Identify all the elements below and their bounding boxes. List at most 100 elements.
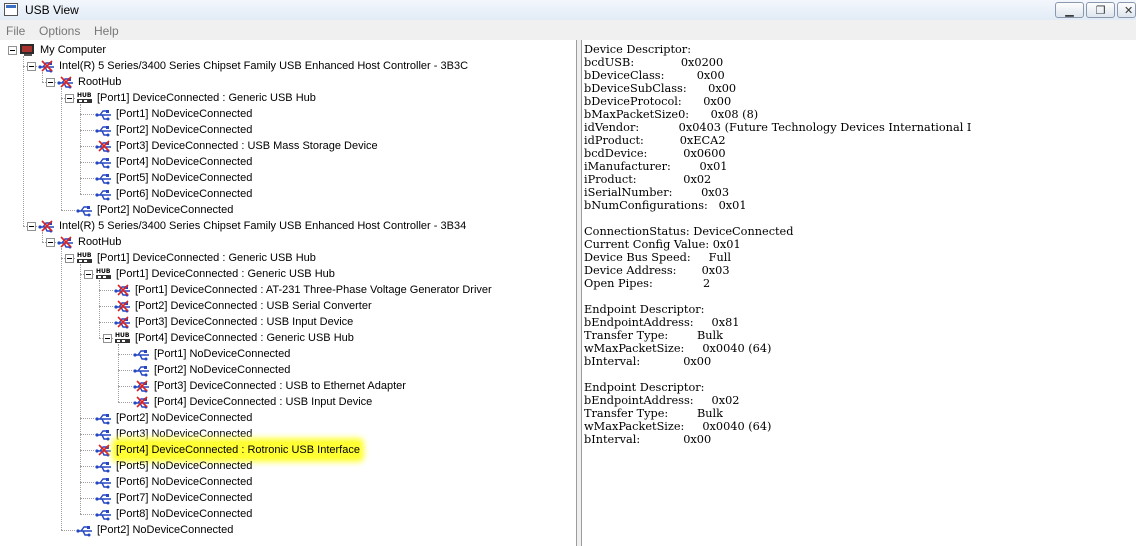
tree-node-label[interactable]: My Computer <box>40 42 106 58</box>
tree-node-label[interactable]: Intel(R) 5 Series/3400 Series Chipset Fa… <box>59 58 468 74</box>
collapse-toggle-icon[interactable] <box>84 270 93 279</box>
tree-node[interactable]: [Port2] NoDeviceConnected <box>0 202 570 218</box>
usb-hub-icon: HUB <box>114 331 132 345</box>
tree-node-label[interactable]: [Port6] NoDeviceConnected <box>116 474 252 490</box>
tree-node[interactable]: [Port2] DeviceConnected : USB Serial Con… <box>0 298 570 314</box>
tree-node-label[interactable]: RootHub <box>78 234 121 250</box>
tree-node-label[interactable]: [Port2] NoDeviceConnected <box>154 362 290 378</box>
tree-node[interactable]: [Port3] DeviceConnected : USB Input Devi… <box>0 314 570 330</box>
tree-node[interactable]: Intel(R) 5 Series/3400 Series Chipset Fa… <box>0 58 570 82</box>
tree-node[interactable]: [Port3] DeviceConnected : USB Mass Stora… <box>0 138 570 154</box>
tree-node[interactable]: RootHub <box>0 74 570 210</box>
detail-line <box>584 290 971 303</box>
tree-node-label[interactable]: [Port3] NoDeviceConnected <box>116 426 252 442</box>
tree-node[interactable]: [Port4] DeviceConnected : Rotronic USB I… <box>0 442 570 458</box>
tree-node-label[interactable]: [Port3] DeviceConnected : USB to Etherne… <box>154 378 406 394</box>
tree-node-label[interactable]: [Port5] NoDeviceConnected <box>116 458 252 474</box>
tree-connector <box>99 290 113 291</box>
tree-node-label[interactable]: [Port2] NoDeviceConnected <box>116 122 252 138</box>
collapse-toggle-icon[interactable] <box>65 254 74 263</box>
detail-line: Open Pipes: 2 <box>584 277 711 290</box>
tree-node-label[interactable]: [Port4] DeviceConnected : Rotronic USB I… <box>116 442 360 458</box>
tree-node-label[interactable]: [Port1] NoDeviceConnected <box>154 346 290 362</box>
detail-line: Current Config Value: 0x01 <box>584 238 741 251</box>
detail-line: idProduct: 0xECA2 <box>584 134 726 147</box>
tree-node[interactable]: [Port2] NoDeviceConnected <box>0 122 570 138</box>
tree-node[interactable]: [Port2] NoDeviceConnected <box>0 410 570 426</box>
tree-node[interactable]: [Port2] NoDeviceConnected <box>0 362 570 378</box>
tree-node-label[interactable]: [Port8] NoDeviceConnected <box>116 506 252 522</box>
tree-node[interactable]: RootHub <box>0 234 570 530</box>
tree-connector <box>80 146 94 147</box>
tree-node-label[interactable]: [Port3] DeviceConnected : USB Mass Stora… <box>116 138 378 154</box>
tree-node-label[interactable]: [Port2] NoDeviceConnected <box>97 202 233 218</box>
tree-node[interactable]: [Port8] NoDeviceConnected <box>0 506 570 522</box>
collapse-toggle-icon[interactable] <box>27 62 36 71</box>
restore-button[interactable]: ❐ <box>1086 2 1115 18</box>
tree-node[interactable]: HUB [Port1] DeviceConnected : Generic USB… <box>0 90 570 194</box>
tree-node-label[interactable]: [Port7] NoDeviceConnected <box>116 490 252 506</box>
tree-connector <box>80 130 94 131</box>
menu-options[interactable]: Options <box>39 24 80 38</box>
tree-node-label[interactable]: [Port5] NoDeviceConnected <box>116 170 252 186</box>
tree-node[interactable]: [Port6] NoDeviceConnected <box>0 186 570 202</box>
tree-node[interactable]: [Port3] DeviceConnected : USB to Etherne… <box>0 378 570 394</box>
tree-node-label[interactable]: [Port1] DeviceConnected : Generic USB Hu… <box>97 250 316 266</box>
collapse-toggle-icon[interactable] <box>8 46 17 55</box>
tree-connector <box>118 386 132 387</box>
tree-node-label[interactable]: [Port4] NoDeviceConnected <box>116 154 252 170</box>
tree-node-label[interactable]: [Port4] DeviceConnected : USB Input Devi… <box>154 394 372 410</box>
collapse-toggle-icon[interactable] <box>27 222 36 231</box>
collapse-toggle-icon[interactable] <box>46 78 55 87</box>
tree-node[interactable]: [Port1] NoDeviceConnected <box>0 106 570 122</box>
tree-node-label[interactable]: [Port4] DeviceConnected : Generic USB Hu… <box>135 330 354 346</box>
tree-node[interactable]: [Port2] NoDeviceConnected <box>0 522 570 538</box>
tree-node[interactable]: [Port5] NoDeviceConnected <box>0 170 570 186</box>
tree-node[interactable]: [Port4] DeviceConnected : USB Input Devi… <box>0 394 570 410</box>
tree-node-label[interactable]: [Port2] DeviceConnected : USB Serial Con… <box>135 298 372 314</box>
tree-node-label[interactable]: [Port3] DeviceConnected : USB Input Devi… <box>135 314 353 330</box>
usb-port-icon <box>95 123 113 137</box>
tree-node[interactable]: HUB [Port1] DeviceConnected : Generic USB… <box>0 250 570 514</box>
close-button[interactable]: ✕ <box>1117 2 1136 18</box>
usb-port-icon <box>95 507 113 521</box>
tree-node[interactable]: [Port1] DeviceConnected : AT-231 Three-P… <box>0 282 570 298</box>
tree-node-label[interactable]: [Port1] DeviceConnected : Generic USB Hu… <box>116 266 335 282</box>
usb-device-icon <box>114 299 132 313</box>
collapse-toggle-icon[interactable] <box>103 334 112 343</box>
tree-node[interactable]: HUB [Port4] DeviceConnected : Generic USB… <box>0 330 570 402</box>
tree-node-label[interactable]: [Port1] DeviceConnected : AT-231 Three-P… <box>135 282 492 298</box>
minimize-button[interactable]: ▁ <box>1055 2 1084 18</box>
tree-node-label[interactable]: Intel(R) 5 Series/3400 Series Chipset Fa… <box>59 218 466 234</box>
tree-node-label[interactable]: [Port6] NoDeviceConnected <box>116 186 252 202</box>
usb-device-icon <box>133 395 151 409</box>
computer-icon <box>19 43 37 57</box>
tree-connector <box>99 322 113 323</box>
tree-node[interactable]: [Port1] NoDeviceConnected <box>0 346 570 362</box>
tree-node[interactable]: [Port3] NoDeviceConnected <box>0 426 570 442</box>
detail-line: bNumConfigurations: 0x01 <box>584 199 747 212</box>
tree-node[interactable]: HUB [Port1] DeviceConnected : Generic USB… <box>0 266 570 338</box>
detail-line: Device Address: 0x03 <box>584 264 730 277</box>
tree-node-label[interactable]: [Port1] DeviceConnected : Generic USB Hu… <box>97 90 316 106</box>
menu-bar: File Options Help <box>0 22 1136 40</box>
device-details-pane[interactable]: Device Descriptor: bcdUSB: 0x0200 bDeviceC… <box>581 40 1136 546</box>
tree-node-label[interactable]: RootHub <box>78 74 121 90</box>
tree-node[interactable]: Intel(R) 5 Series/3400 Series Chipset Fa… <box>0 218 570 242</box>
tree-node[interactable]: [Port7] NoDeviceConnected <box>0 490 570 506</box>
tree-node-label[interactable]: [Port1] NoDeviceConnected <box>116 106 252 122</box>
collapse-toggle-icon[interactable] <box>65 94 74 103</box>
tree-node-label[interactable]: [Port2] NoDeviceConnected <box>97 522 233 538</box>
menu-help[interactable]: Help <box>94 24 119 38</box>
usb-hub-icon: HUB <box>76 91 94 105</box>
tree-node-label[interactable]: [Port2] NoDeviceConnected <box>116 410 252 426</box>
collapse-toggle-icon[interactable] <box>46 238 55 247</box>
menu-file[interactable]: File <box>6 24 25 38</box>
device-tree[interactable]: My Computer Intel(R) 5 Series/3400 Series… <box>0 40 577 546</box>
tree-node[interactable]: My Computer <box>0 42 570 226</box>
tree-node[interactable]: [Port4] NoDeviceConnected <box>0 154 570 170</box>
tree-node[interactable]: [Port5] NoDeviceConnected <box>0 458 570 474</box>
usb-device-icon <box>114 315 132 329</box>
tree-node[interactable]: [Port6] NoDeviceConnected <box>0 474 570 490</box>
window-title: USB View <box>25 3 79 17</box>
